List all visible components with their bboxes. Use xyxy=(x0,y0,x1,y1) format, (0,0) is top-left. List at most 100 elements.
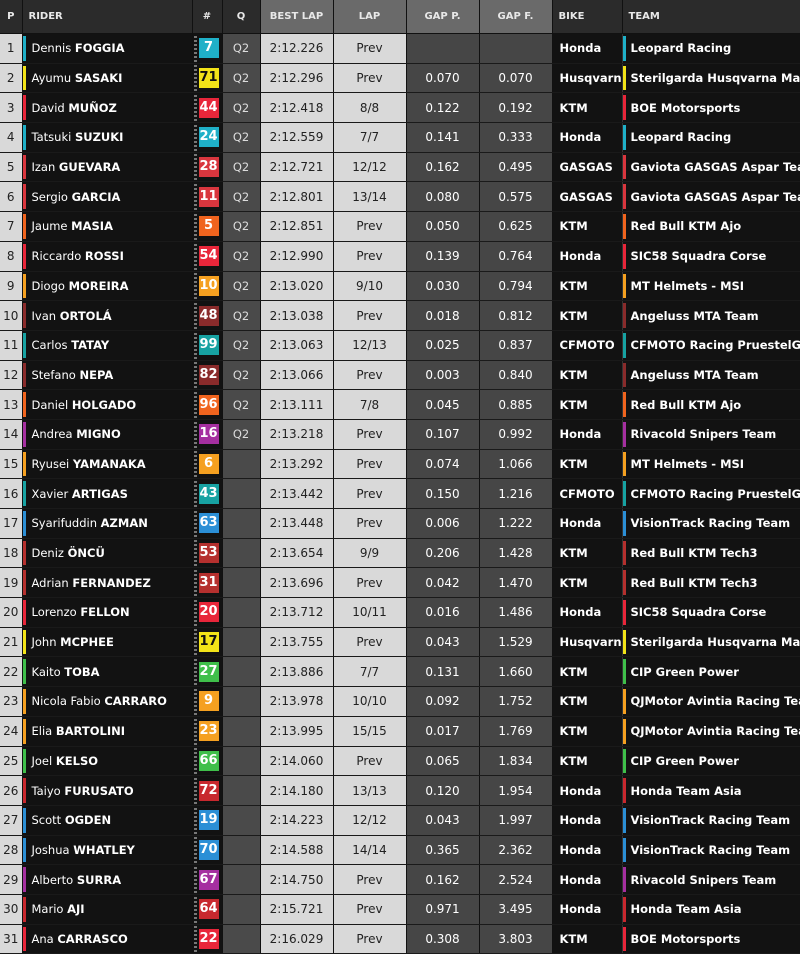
rider-cell[interactable]: Nicola Fabio CARRARO xyxy=(22,687,192,717)
rider-cell[interactable]: Joshua WHATLEY xyxy=(22,835,192,865)
rider-cell[interactable]: Daniel HOLGADO xyxy=(22,390,192,420)
team-color-mark xyxy=(23,749,26,774)
header-gap-previous[interactable]: GAP P. xyxy=(406,0,479,34)
team-name: SIC58 Squadra Corse xyxy=(631,605,767,619)
table-row[interactable]: 14Andrea MIGNO16Q22:13.218Prev0.1070.992… xyxy=(0,419,800,449)
bike-cell: KTM xyxy=(552,93,622,123)
gap-first-cell: 0.764 xyxy=(479,241,552,271)
rider-cell[interactable]: Alberto SURRA xyxy=(22,865,192,895)
table-row[interactable]: 30Mario AJI642:15.721Prev0.9713.495Honda… xyxy=(0,894,800,924)
table-row[interactable]: 11Carlos TATAY99Q22:13.06312/130.0250.83… xyxy=(0,330,800,360)
stripe-decoration xyxy=(194,332,197,359)
rider-cell[interactable]: Ayumu SASAKI xyxy=(22,63,192,93)
header-gap-first[interactable]: GAP F. xyxy=(479,0,552,34)
team-cell: MT Helmets - MSI xyxy=(622,449,800,479)
rider-cell[interactable]: Adrian FERNANDEZ xyxy=(22,568,192,598)
gap-previous-cell: 0.074 xyxy=(406,449,479,479)
rider-cell[interactable]: Taiyo FURUSATO xyxy=(22,776,192,806)
position-cell: 4 xyxy=(0,123,22,153)
table-row[interactable]: 2Ayumu SASAKI71Q22:12.296Prev0.0700.070H… xyxy=(0,63,800,93)
position-cell: 29 xyxy=(0,865,22,895)
table-row[interactable]: 24Elia BARTOLINI232:13.99515/150.0171.76… xyxy=(0,716,800,746)
header-bike[interactable]: BIKE xyxy=(552,0,622,34)
header-qualifying[interactable]: Q xyxy=(222,0,260,34)
table-row[interactable]: 6Sergio GARCIA11Q22:12.80113/140.0800.57… xyxy=(0,182,800,212)
bike-cell: KTM xyxy=(552,212,622,242)
number-cell: 31 xyxy=(192,568,222,598)
team-color-mark xyxy=(623,838,626,863)
table-row[interactable]: 4Tatsuki SUZUKI24Q22:12.5597/70.1410.333… xyxy=(0,123,800,153)
rider-cell[interactable]: Kaito TOBA xyxy=(22,657,192,687)
table-row[interactable]: 27Scott OGDEN192:14.22312/120.0431.997Ho… xyxy=(0,805,800,835)
qualifying-cell xyxy=(222,716,260,746)
table-row[interactable]: 29Alberto SURRA672:14.750Prev0.1622.524H… xyxy=(0,865,800,895)
rider-cell[interactable]: Jaume MASIA xyxy=(22,212,192,242)
stripe-decoration xyxy=(194,777,197,804)
rider-cell[interactable]: Mario AJI xyxy=(22,894,192,924)
table-row[interactable]: 9Diogo MOREIRA10Q22:13.0209/100.0300.794… xyxy=(0,271,800,301)
header-best-lap[interactable]: BEST LAP xyxy=(260,0,333,34)
table-row[interactable]: 5Izan GUEVARA28Q22:12.72112/120.1620.495… xyxy=(0,152,800,182)
table-row[interactable]: 18Deniz ÖNCÜ532:13.6549/90.2061.428KTMRe… xyxy=(0,538,800,568)
rider-cell[interactable]: Stefano NEPA xyxy=(22,360,192,390)
lap-cell: 8/8 xyxy=(333,93,406,123)
rider-number-badge: 54 xyxy=(199,246,219,266)
table-row[interactable]: 12Stefano NEPA82Q22:13.066Prev0.0030.840… xyxy=(0,360,800,390)
rider-cell[interactable]: David MUÑOZ xyxy=(22,93,192,123)
rider-cell[interactable]: Syarifuddin AZMAN xyxy=(22,509,192,539)
team-cell: Leopard Racing xyxy=(622,123,800,153)
rider-cell[interactable]: Tatsuki SUZUKI xyxy=(22,123,192,153)
table-row[interactable]: 22Kaito TOBA272:13.8867/70.1311.660KTMCI… xyxy=(0,657,800,687)
rider-cell[interactable]: Riccardo ROSSI xyxy=(22,241,192,271)
table-row[interactable]: 15Ryusei YAMANAKA62:13.292Prev0.0741.066… xyxy=(0,449,800,479)
table-row[interactable]: 16Xavier ARTIGAS432:13.442Prev0.1501.216… xyxy=(0,479,800,509)
table-row[interactable]: 1Dennis FOGGIA7Q22:12.226PrevHondaLeopar… xyxy=(0,34,800,64)
qualifying-cell xyxy=(222,509,260,539)
table-row[interactable]: 23Nicola Fabio CARRARO92:13.97810/100.09… xyxy=(0,687,800,717)
table-row[interactable]: 28Joshua WHATLEY702:14.58814/140.3652.36… xyxy=(0,835,800,865)
table-row[interactable]: 19Adrian FERNANDEZ312:13.696Prev0.0421.4… xyxy=(0,568,800,598)
header-team[interactable]: TEAM xyxy=(622,0,800,34)
table-row[interactable]: 20Lorenzo FELLON202:13.71210/110.0161.48… xyxy=(0,598,800,628)
table-row[interactable]: 31Ana CARRASCO222:16.029Prev0.3083.803KT… xyxy=(0,924,800,954)
rider-cell[interactable]: Diogo MOREIRA xyxy=(22,271,192,301)
rider-cell[interactable]: Ana CARRASCO xyxy=(22,924,192,954)
header-position[interactable]: P xyxy=(0,0,22,34)
team-color-mark xyxy=(23,659,26,684)
table-row[interactable]: 8Riccardo ROSSI54Q22:12.990Prev0.1390.76… xyxy=(0,241,800,271)
rider-cell[interactable]: Deniz ÖNCÜ xyxy=(22,538,192,568)
rider-cell[interactable]: Xavier ARTIGAS xyxy=(22,479,192,509)
team-color-mark xyxy=(623,392,626,417)
header-lap[interactable]: LAP xyxy=(333,0,406,34)
table-row[interactable]: 13Daniel HOLGADO96Q22:13.1117/80.0450.88… xyxy=(0,390,800,420)
rider-cell[interactable]: John MCPHEE xyxy=(22,627,192,657)
team-color-mark xyxy=(23,452,26,477)
table-row[interactable]: 10Ivan ORTOLÁ48Q22:13.038Prev0.0180.812K… xyxy=(0,301,800,331)
rider-cell[interactable]: Lorenzo FELLON xyxy=(22,598,192,628)
team-cell: CFMOTO Racing PruestelGP xyxy=(622,479,800,509)
rider-cell[interactable]: Scott OGDEN xyxy=(22,805,192,835)
gap-previous-cell: 0.971 xyxy=(406,894,479,924)
rider-cell[interactable]: Joel KELSO xyxy=(22,746,192,776)
table-row[interactable]: 3David MUÑOZ44Q22:12.4188/80.1220.192KTM… xyxy=(0,93,800,123)
rider-cell[interactable]: Ryusei YAMANAKA xyxy=(22,449,192,479)
table-row[interactable]: 21John MCPHEE172:13.755Prev0.0431.529Hus… xyxy=(0,627,800,657)
rider-cell[interactable]: Elia BARTOLINI xyxy=(22,716,192,746)
rider-cell[interactable]: Andrea MIGNO xyxy=(22,419,192,449)
gap-first-cell: 1.470 xyxy=(479,568,552,598)
table-row[interactable]: 25Joel KELSO662:14.060Prev0.0651.834KTMC… xyxy=(0,746,800,776)
lap-cell: Prev xyxy=(333,924,406,954)
team-name: BOE Motorsports xyxy=(631,932,741,946)
rider-cell[interactable]: Carlos TATAY xyxy=(22,330,192,360)
table-row[interactable]: 7Jaume MASIA5Q22:12.851Prev0.0500.625KTM… xyxy=(0,212,800,242)
rider-first-name: Lorenzo xyxy=(32,605,77,619)
table-row[interactable]: 26Taiyo FURUSATO722:14.18013/130.1201.95… xyxy=(0,776,800,806)
rider-cell[interactable]: Dennis FOGGIA xyxy=(22,34,192,64)
rider-cell[interactable]: Izan GUEVARA xyxy=(22,152,192,182)
gap-first-cell: 0.837 xyxy=(479,330,552,360)
header-rider[interactable]: RIDER xyxy=(22,0,192,34)
table-row[interactable]: 17Syarifuddin AZMAN632:13.448Prev0.0061.… xyxy=(0,509,800,539)
rider-cell[interactable]: Ivan ORTOLÁ xyxy=(22,301,192,331)
header-number[interactable]: # xyxy=(192,0,222,34)
rider-cell[interactable]: Sergio GARCIA xyxy=(22,182,192,212)
